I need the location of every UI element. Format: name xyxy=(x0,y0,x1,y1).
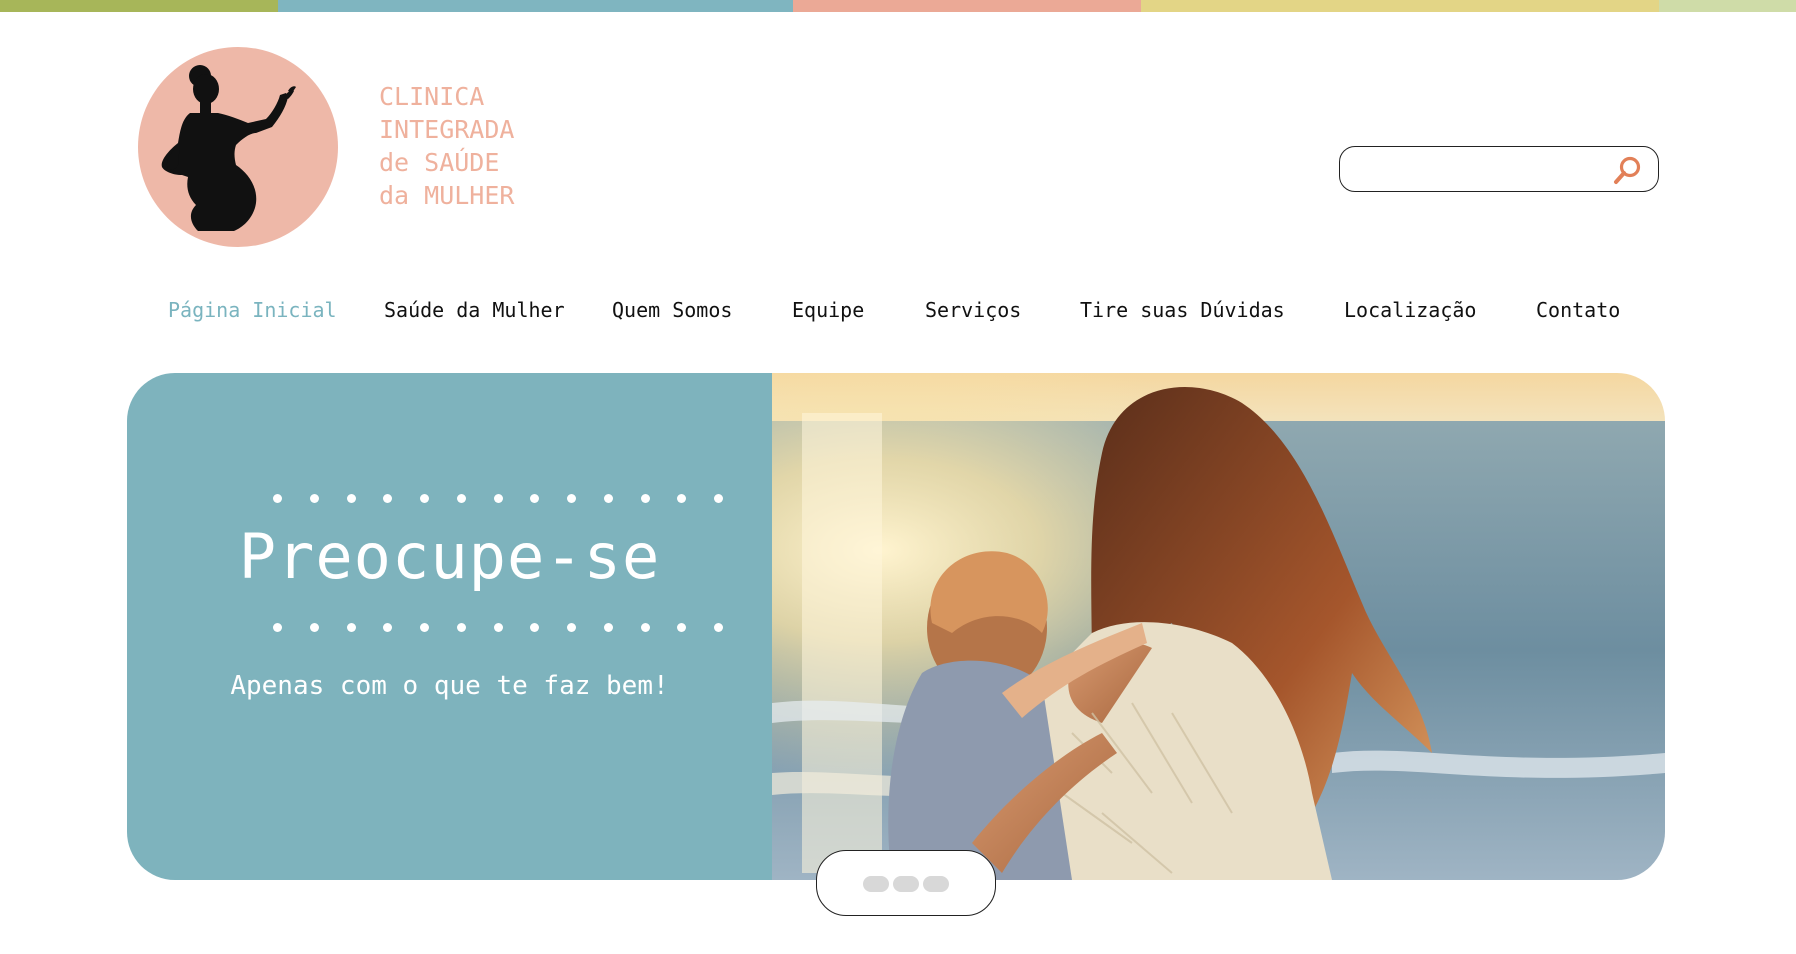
nav-item-pagina-inicial[interactable]: Página Inicial xyxy=(168,298,337,322)
carousel-dot-3[interactable] xyxy=(923,876,949,892)
carousel-dot-1[interactable] xyxy=(863,876,889,892)
stripe-teal xyxy=(278,0,556,12)
nav-item-contato[interactable]: Contato xyxy=(1536,298,1620,322)
nav-item-tire-suas-duvidas[interactable]: Tire suas Dúvidas xyxy=(1080,298,1285,322)
stripe-yellow xyxy=(1141,0,1659,12)
hero-title: Preocupe-se xyxy=(238,520,661,593)
stripe-olive xyxy=(0,0,278,12)
dots-divider-top xyxy=(273,494,723,503)
clinic-name-line-1: CLINICA xyxy=(379,82,485,111)
top-color-bar xyxy=(0,0,1796,12)
hero-image xyxy=(772,373,1665,880)
stripe-sage xyxy=(1659,0,1796,12)
nav-item-localizacao[interactable]: Localização xyxy=(1344,298,1476,322)
carousel-dot-2[interactable] xyxy=(893,876,919,892)
main-nav: Página Inicial Saúde da Mulher Quem Somo… xyxy=(0,298,1796,328)
nav-item-quem-somos[interactable]: Quem Somos xyxy=(612,298,732,322)
search-icon[interactable] xyxy=(1610,155,1644,185)
clinic-name: CLINICA INTEGRADA de SAÚDE da MULHER xyxy=(379,80,514,212)
search-box xyxy=(1339,146,1659,192)
hero-text-panel: Preocupe-se Apenas com o que te faz bem! xyxy=(127,373,772,880)
clinic-name-line-3: de SAÚDE xyxy=(379,148,500,177)
nav-item-servicos[interactable]: Serviços xyxy=(925,298,1021,322)
nav-item-saude-da-mulher[interactable]: Saúde da Mulher xyxy=(384,298,565,322)
carousel-pagination xyxy=(816,850,996,916)
pregnant-woman-silhouette-icon xyxy=(161,65,296,231)
search-input[interactable] xyxy=(1354,155,1608,183)
nav-item-equipe[interactable]: Equipe xyxy=(792,298,864,322)
clinic-name-line-4: da MULHER xyxy=(379,181,515,210)
hero-subtitle: Apenas com o que te faz bem! xyxy=(230,671,669,701)
stripe-teal-2 xyxy=(556,0,793,12)
stripe-salmon xyxy=(793,0,1141,12)
clinic-name-line-2: INTEGRADA xyxy=(379,115,515,144)
dots-divider-bottom xyxy=(273,623,723,632)
hero-banner[interactable]: Preocupe-se Apenas com o que te faz bem! xyxy=(127,373,1665,880)
clinic-logo[interactable] xyxy=(138,47,338,247)
